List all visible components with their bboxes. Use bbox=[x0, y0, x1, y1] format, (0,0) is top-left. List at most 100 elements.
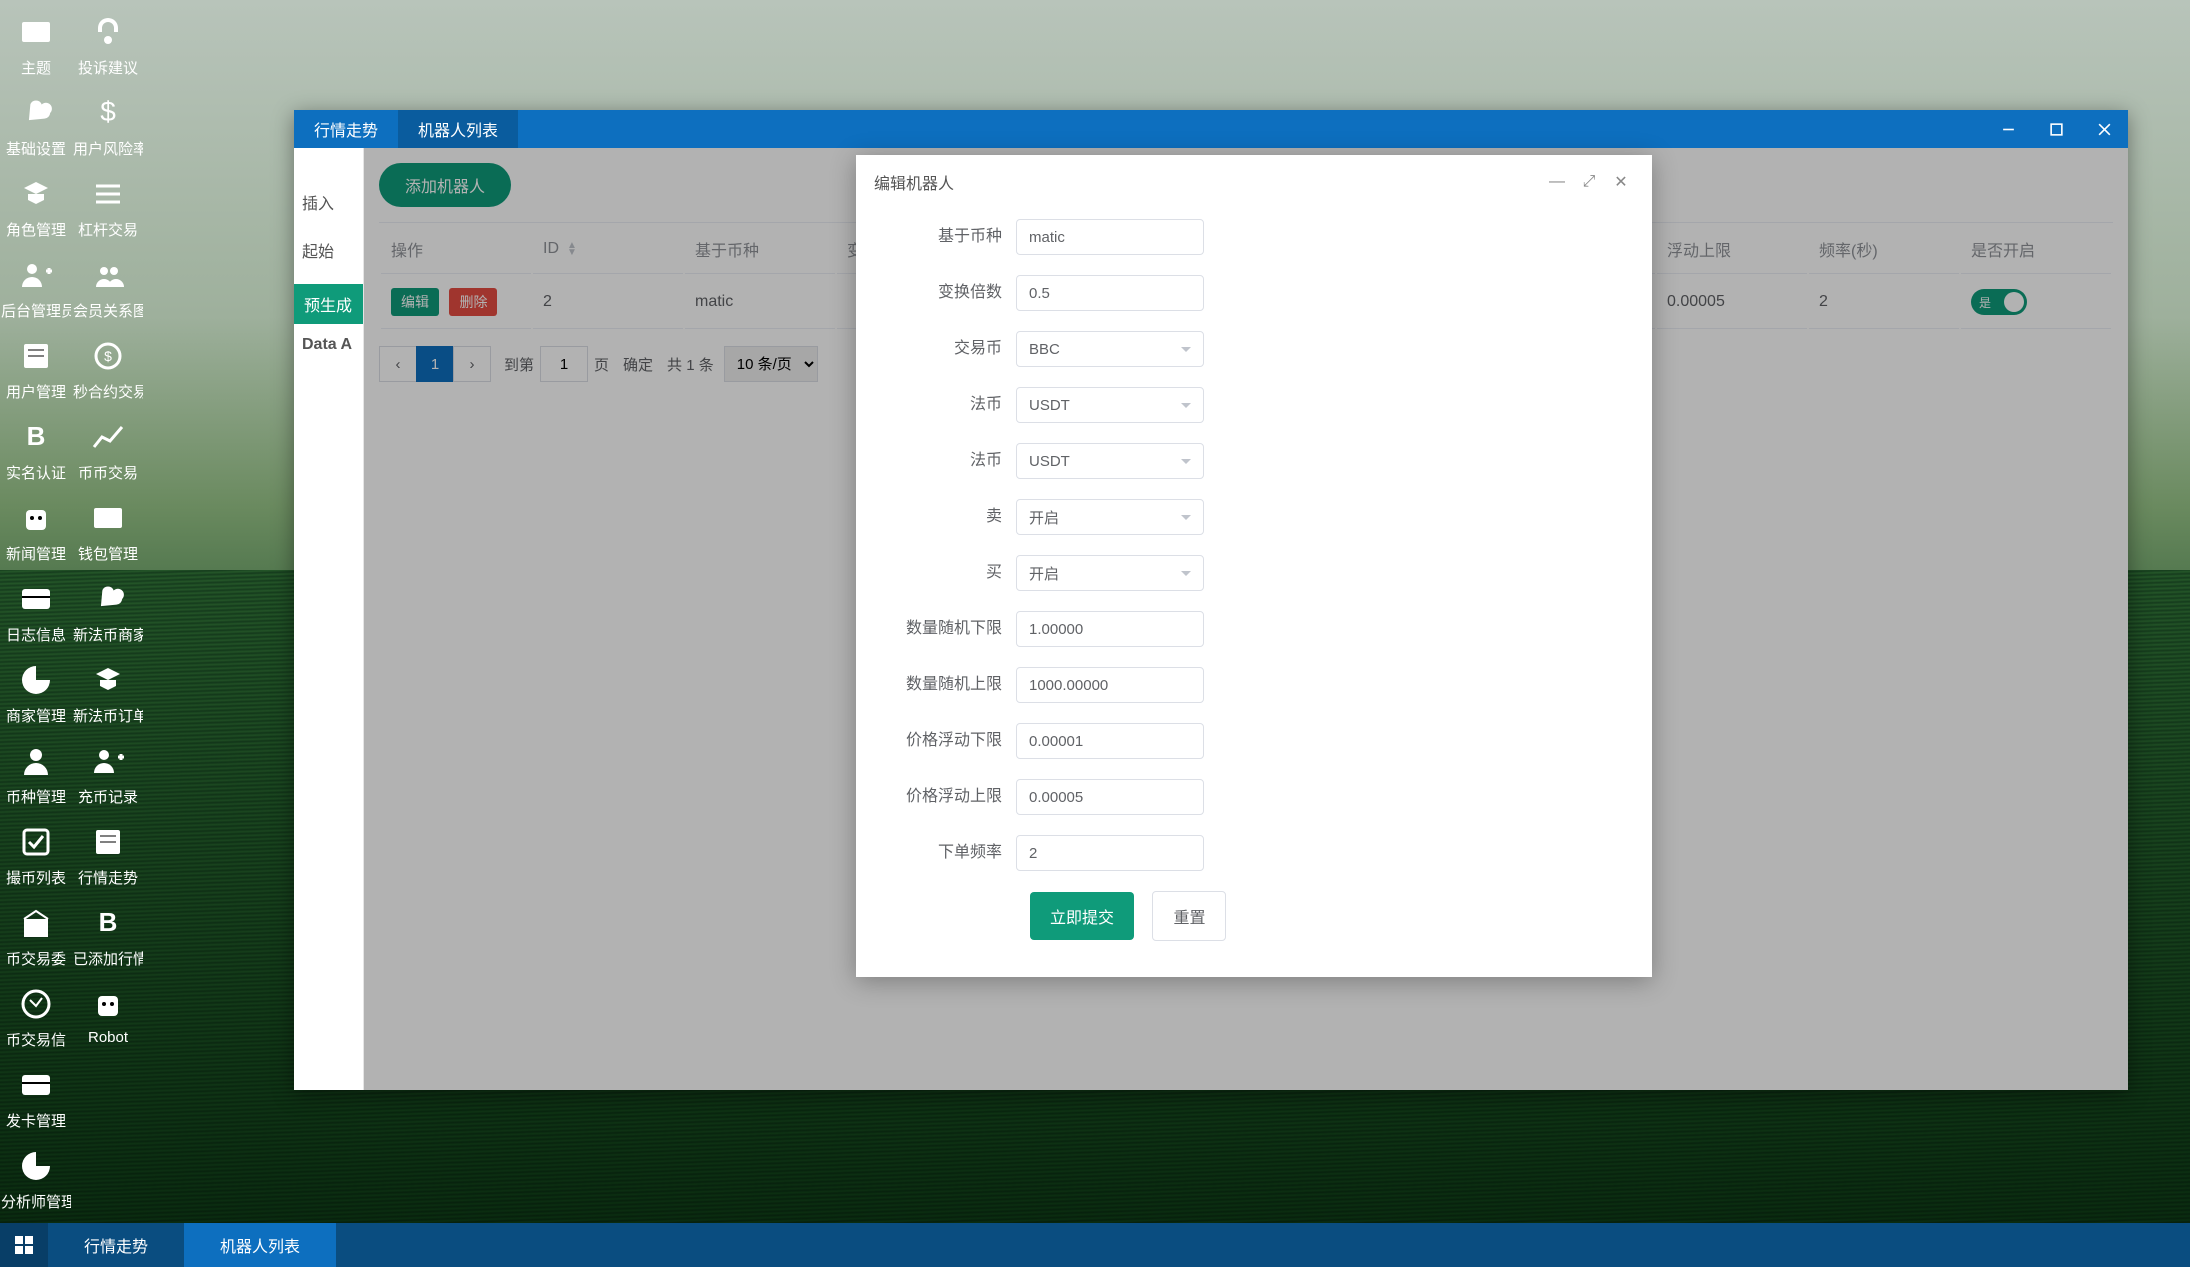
desktop-icon-label: 实名认证 bbox=[6, 462, 66, 483]
desktop-icon-col1-4[interactable]: 用户管理 bbox=[0, 329, 72, 410]
label-based-on: 基于币种 bbox=[886, 219, 1016, 255]
desktop-glyph-icon bbox=[89, 13, 127, 51]
taskbar-item-robot[interactable]: 机器人列表 bbox=[184, 1223, 336, 1267]
select-sell[interactable]: 开启 bbox=[1016, 499, 1204, 535]
modal-close-icon[interactable]: ✕ bbox=[1608, 169, 1634, 195]
desktop-icon-label: 币交易委 bbox=[6, 948, 66, 969]
desktop-icon-label: 用户管理 bbox=[6, 381, 66, 402]
desktop-icon-col1-0[interactable]: 主题 bbox=[0, 5, 72, 86]
desktop-icon-label: 会员关系图 bbox=[73, 300, 143, 321]
desktop-icon-col2-10[interactable]: 行情走势 bbox=[72, 815, 144, 896]
desktop-icon-col2-1[interactable]: $ 用户风险率 bbox=[72, 86, 144, 167]
desktop-icon-col2-7[interactable]: 新法币商家 bbox=[72, 572, 144, 653]
sidepanel-insert[interactable]: 插入 bbox=[294, 178, 363, 226]
taskbar-item-market[interactable]: 行情走势 bbox=[48, 1223, 184, 1267]
edit-robot-modal: 编辑机器人 — ⤢ ✕ 基于币种 变换倍数 交易币BBC 法币USDT 法币US… bbox=[856, 155, 1652, 977]
select-trade-coin[interactable]: BBC bbox=[1016, 331, 1204, 367]
row-edit-button[interactable]: 编辑 bbox=[391, 288, 439, 316]
desktop-icon-label: 币交易信 bbox=[6, 1029, 66, 1050]
window-maximize[interactable] bbox=[2032, 110, 2080, 148]
page-prev[interactable]: ‹ bbox=[379, 346, 417, 382]
page-input[interactable] bbox=[540, 346, 588, 382]
desktop-icon-col1-12[interactable]: 币交易信 bbox=[0, 977, 72, 1058]
select-buy[interactable]: 开启 bbox=[1016, 555, 1204, 591]
window-close[interactable] bbox=[2080, 110, 2128, 148]
select-fiat2[interactable]: USDT bbox=[1016, 443, 1204, 479]
desktop-glyph-icon bbox=[17, 13, 55, 51]
desktop-glyph-icon bbox=[17, 904, 55, 942]
submit-button[interactable]: 立即提交 bbox=[1030, 892, 1134, 940]
input-based-on[interactable] bbox=[1016, 219, 1204, 255]
desktop-icon-label: 用户风险率 bbox=[73, 138, 143, 159]
desktop-icon-label: 发卡管理 bbox=[6, 1110, 66, 1131]
desktop-icon-col1-11[interactable]: 币交易委 bbox=[0, 896, 72, 977]
desktop-icon-label: 充币记录 bbox=[78, 786, 138, 807]
page-next[interactable]: › bbox=[453, 346, 491, 382]
desktop-icon-label: 主题 bbox=[21, 57, 51, 78]
window-minimize[interactable] bbox=[1984, 110, 2032, 148]
desktop-glyph-icon bbox=[89, 256, 127, 294]
desktop-icon-col2-4[interactable]: $秒合约交易 bbox=[72, 329, 144, 410]
modal-minimize-icon[interactable]: — bbox=[1544, 169, 1570, 195]
desktop-icon-col3-1[interactable]: 分析师管理 bbox=[0, 1139, 72, 1220]
desktop-icon-col2-6[interactable]: 钱包管理 bbox=[72, 491, 144, 572]
desktop-icon-col2-11[interactable]: B已添加行情 bbox=[72, 896, 144, 977]
desktop-icon-label: 新闻管理 bbox=[6, 543, 66, 564]
desktop-glyph-icon bbox=[89, 661, 127, 699]
desktop-glyph-icon bbox=[17, 985, 55, 1023]
desktop-icon-col2-0[interactable]: 投诉建议 bbox=[72, 5, 144, 86]
input-price-upper[interactable] bbox=[1016, 779, 1204, 815]
desktop-icon-col2-3[interactable]: 会员关系图 bbox=[72, 248, 144, 329]
enable-switch[interactable]: 是 bbox=[1971, 289, 2027, 315]
desktop-icon-label: 已添加行情 bbox=[73, 948, 143, 969]
cell-float-upper: 0.00005 bbox=[1657, 276, 1807, 329]
desktop-icon-col2-9[interactable]: 充币记录 bbox=[72, 734, 144, 815]
desktop-glyph-icon: $ bbox=[89, 94, 127, 132]
desktop-icon-label: 后台管理员 bbox=[1, 300, 71, 321]
desktop-icon-col1-5[interactable]: B实名认证 bbox=[0, 410, 72, 491]
desktop-glyph-icon bbox=[17, 742, 55, 780]
desktop-icon-label: 新法币商家 bbox=[73, 624, 143, 645]
desktop-icon-col2-2[interactable]: 杠杆交易 bbox=[72, 167, 144, 248]
input-qty-lower[interactable] bbox=[1016, 611, 1204, 647]
pager-total: 共 1 条 bbox=[667, 354, 714, 375]
desktop-icon-col1-2[interactable]: 角色管理 bbox=[0, 167, 72, 248]
page-confirm[interactable]: 确定 bbox=[623, 354, 653, 375]
desktop-icon-col1-9[interactable]: 币种管理 bbox=[0, 734, 72, 815]
modal-expand-icon[interactable]: ⤢ bbox=[1576, 169, 1602, 195]
desktop-icon-col1-3[interactable]: 后台管理员 bbox=[0, 248, 72, 329]
desktop-icon-label: 撮币列表 bbox=[6, 867, 66, 888]
start-button[interactable] bbox=[0, 1223, 48, 1267]
desktop-glyph-icon bbox=[17, 94, 55, 132]
page-size-select[interactable]: 10 条/页 bbox=[724, 346, 818, 382]
sidepanel-start[interactable]: 起始 bbox=[294, 226, 363, 274]
desktop-icon-col1-8[interactable]: 商家管理 bbox=[0, 653, 72, 734]
col-id[interactable]: ID▲▼ bbox=[533, 225, 683, 274]
input-freq[interactable] bbox=[1016, 835, 1204, 871]
desktop-icon-col2-5[interactable]: 币币交易 bbox=[72, 410, 144, 491]
reset-button[interactable]: 重置 bbox=[1152, 891, 1226, 941]
col-freq: 频率(秒) bbox=[1809, 225, 1959, 274]
row-delete-button[interactable]: 删除 bbox=[449, 288, 497, 316]
label-multiplier: 变换倍数 bbox=[886, 275, 1016, 311]
col-float-upper: 浮动上限 bbox=[1657, 225, 1807, 274]
tab-market-trend[interactable]: 行情走势 bbox=[294, 110, 398, 148]
input-price-lower[interactable] bbox=[1016, 723, 1204, 759]
desktop-icon-col2-12[interactable]: Robot bbox=[72, 977, 144, 1054]
desktop-icons: 主题基础设置角色管理后台管理员用户管理 B实名认证新闻管理日志信息商家管理币种管理… bbox=[0, 0, 150, 1225]
tab-robot-list[interactable]: 机器人列表 bbox=[398, 110, 518, 148]
desktop-icon-col1-10[interactable]: 撮币列表 bbox=[0, 815, 72, 896]
add-robot-button[interactable]: 添加机器人 bbox=[379, 163, 511, 207]
sidepanel-data-label: Data A bbox=[294, 324, 363, 366]
sidepanel-pregen[interactable]: 预生成 bbox=[294, 284, 363, 324]
input-qty-upper[interactable] bbox=[1016, 667, 1204, 703]
select-fiat1[interactable]: USDT bbox=[1016, 387, 1204, 423]
desktop-icon-col1-1[interactable]: 基础设置 bbox=[0, 86, 72, 167]
input-multiplier[interactable] bbox=[1016, 275, 1204, 311]
desktop-icon-col1-6[interactable]: 新闻管理 bbox=[0, 491, 72, 572]
page-1[interactable]: 1 bbox=[416, 346, 454, 382]
cell-id: 2 bbox=[533, 276, 683, 329]
desktop-icon-col3-0[interactable]: 发卡管理 bbox=[0, 1058, 72, 1139]
desktop-icon-col2-8[interactable]: 新法币订单 bbox=[72, 653, 144, 734]
desktop-icon-col1-7[interactable]: 日志信息 bbox=[0, 572, 72, 653]
